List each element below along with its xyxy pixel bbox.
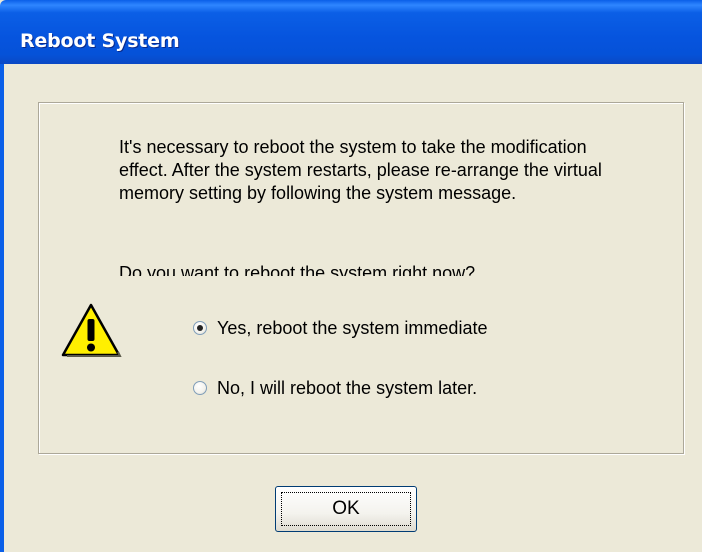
- warning-icon: [61, 303, 122, 357]
- radio-label-reboot-later: No, I will reboot the system later.: [217, 377, 478, 398]
- window-title: Reboot System: [20, 30, 180, 52]
- radio-button-selected[interactable]: [193, 321, 207, 335]
- radio-button-unselected[interactable]: [193, 381, 207, 395]
- ok-button-label: OK: [332, 498, 360, 519]
- title-bar[interactable]: Reboot System: [0, 0, 702, 64]
- radio-label-reboot-now: Yes, reboot the system immediate: [217, 317, 488, 338]
- window-left-border: [0, 64, 4, 552]
- reboot-message: It's necessary to reboot the system to t…: [119, 137, 602, 203]
- ok-button[interactable]: OK: [275, 486, 417, 532]
- reboot-question-clip: Do you want to reboot the system right n…: [119, 262, 659, 276]
- radio-reboot-now[interactable]: Yes, reboot the system immediate: [193, 316, 487, 340]
- reboot-dialog: Reboot System It's necessary to reboot t…: [0, 0, 702, 552]
- reboot-question: Do you want to reboot the system right n…: [119, 263, 476, 276]
- radio-reboot-later[interactable]: No, I will reboot the system later.: [193, 376, 477, 400]
- radio-dot: [197, 325, 203, 331]
